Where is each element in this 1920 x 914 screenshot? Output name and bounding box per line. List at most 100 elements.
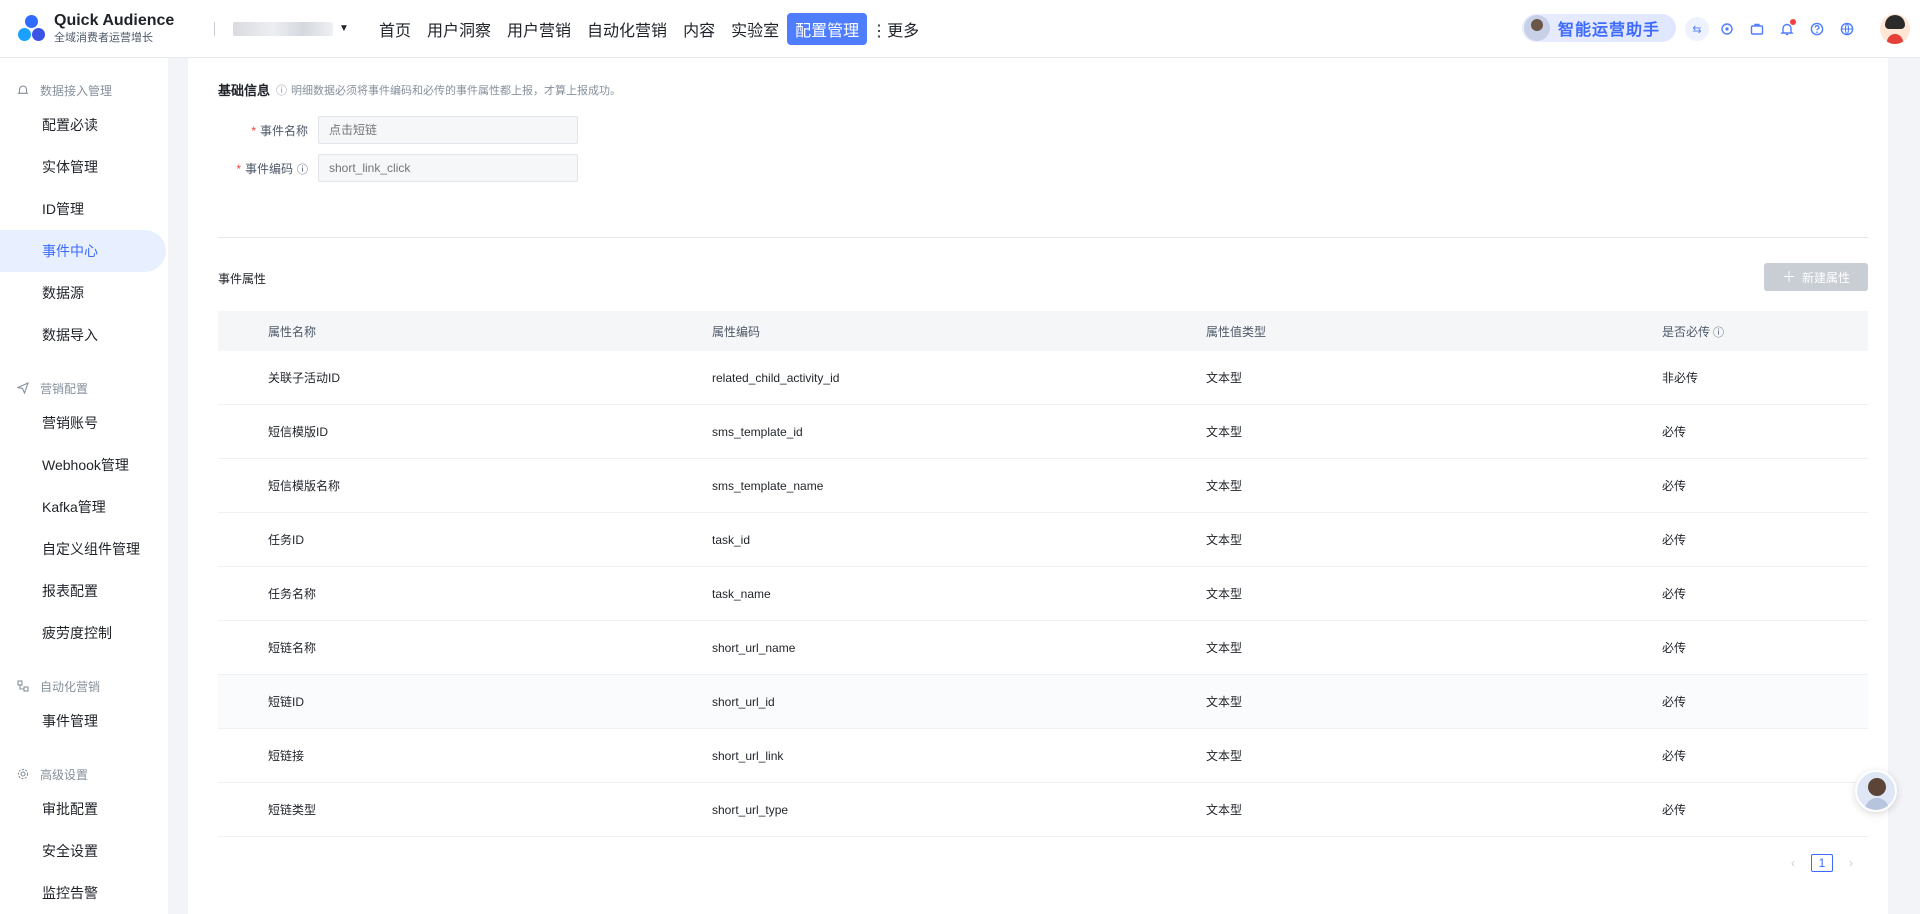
sidebar-item[interactable]: 事件管理 bbox=[0, 700, 168, 742]
sidebar-item[interactable]: 数据源 bbox=[0, 272, 168, 314]
floating-assistant-avatar[interactable] bbox=[1855, 770, 1897, 812]
table-cell: 短信模版名称 bbox=[268, 479, 341, 493]
briefcase-icon[interactable] bbox=[1745, 17, 1769, 41]
table-cell: task_name bbox=[712, 586, 771, 601]
section-divider bbox=[218, 237, 1868, 238]
bell-icon[interactable] bbox=[1775, 17, 1799, 41]
table-row[interactable]: 短信模版ID sms_template_id 文本型 必传 bbox=[218, 405, 1868, 459]
table-cell: 必传 bbox=[1662, 587, 1687, 601]
sidebar-item[interactable]: Webhook管理 bbox=[0, 444, 168, 486]
plus-icon: ＋ bbox=[1781, 269, 1796, 285]
table-row[interactable]: 短链名称 short_url_name 文本型 必传 bbox=[218, 621, 1868, 675]
event-code-row: * 事件编码 ⓘ bbox=[218, 154, 578, 182]
header-icons: ⇆ bbox=[1685, 17, 1865, 41]
table-cell: 短链接 bbox=[268, 749, 305, 763]
sidebar: 数据接入管理 配置必读 实体管理 ID管理 事件中心 数据源 数据导入 营销配置 营销账号 Web… bbox=[0, 58, 168, 914]
tenant-switcher[interactable]: ▼ bbox=[233, 21, 359, 36]
notification-dot bbox=[1790, 19, 1796, 25]
table-cell: 任务ID bbox=[268, 533, 305, 547]
table-cell: 短链类型 bbox=[268, 803, 317, 817]
sidebar-item[interactable]: 数据导入 bbox=[0, 314, 168, 356]
sidebar-group: 营销配置 bbox=[0, 374, 168, 402]
sidebar-item[interactable]: 营销账号 bbox=[0, 402, 168, 444]
column-header: 属性编码 bbox=[712, 324, 761, 339]
table-cell: 非必传 bbox=[1662, 371, 1699, 385]
app-title: Quick Audience bbox=[54, 11, 175, 29]
sidebar-item[interactable]: 监控告警 bbox=[0, 872, 168, 914]
table-row[interactable]: 任务ID task_id 文本型 必传 bbox=[218, 513, 1868, 567]
sidebar-item[interactable]: 自定义组件管理 bbox=[0, 528, 168, 570]
table-cell: 任务名称 bbox=[268, 587, 317, 601]
event-name-row: * 事件名称 bbox=[218, 116, 578, 144]
tenant-name-redacted bbox=[233, 21, 333, 36]
sidebar-item[interactable]: 安全设置 bbox=[0, 830, 168, 872]
nav-item[interactable]: 自动化营销 bbox=[579, 13, 675, 45]
pagination: ‹ 1 › bbox=[1783, 854, 1861, 872]
event-code-input[interactable] bbox=[318, 154, 578, 182]
sidebar-item[interactable]: 报表配置 bbox=[0, 570, 168, 612]
nav-more[interactable]: ⋮更多 bbox=[867, 13, 923, 45]
table-cell: task_id bbox=[712, 532, 751, 547]
table-cell: related_child_activity_id bbox=[712, 370, 840, 385]
swap-icon[interactable]: ⇆ bbox=[1685, 17, 1709, 41]
bell-outline-icon bbox=[16, 83, 30, 97]
assistant-label: 智能运营助手 bbox=[1558, 22, 1661, 39]
sidebar-item[interactable]: 事件中心 bbox=[0, 230, 166, 272]
flow-icon bbox=[16, 679, 30, 693]
sidebar-item[interactable]: 实体管理 bbox=[0, 146, 168, 188]
new-attribute-button[interactable]: ＋新建属性 bbox=[1764, 263, 1868, 291]
page-number-current[interactable]: 1 bbox=[1811, 854, 1833, 872]
sidebar-item[interactable]: 配置必读 bbox=[0, 104, 168, 146]
chevron-down-icon: ▼ bbox=[339, 23, 349, 34]
sidebar-item[interactable]: Kafka管理 bbox=[0, 486, 168, 528]
assistant-button[interactable]: 智能运营助手 bbox=[1522, 14, 1676, 42]
table-cell: 文本型 bbox=[1206, 749, 1243, 763]
nav-item[interactable]: 内容 bbox=[675, 13, 723, 45]
prev-page-icon[interactable]: ‹ bbox=[1783, 856, 1803, 870]
attributes-table: 属性名称 属性编码 属性值类型 是否必传 ⓘ 关联子活动ID related_chi… bbox=[218, 311, 1868, 837]
more-dots-icon: ⋮ bbox=[871, 22, 888, 40]
sidebar-item[interactable]: 审批配置 bbox=[0, 788, 168, 830]
column-header: 属性名称 bbox=[268, 324, 317, 339]
sidebar-item[interactable]: 疲劳度控制 bbox=[0, 612, 168, 654]
help-icon[interactable] bbox=[1805, 17, 1829, 41]
globe-icon[interactable] bbox=[1835, 17, 1859, 41]
main-nav: 首页 用户洞察 用户营销 自动化营销 内容 实验室 配置管理 ⋮更多 bbox=[371, 12, 923, 45]
table-cell: 短链名称 bbox=[268, 641, 317, 655]
table-cell: 必传 bbox=[1662, 425, 1687, 439]
sidebar-group: 高级设置 bbox=[0, 760, 168, 788]
table-cell: 文本型 bbox=[1206, 479, 1243, 493]
app-logo[interactable]: Quick Audience 全域消费者运营增长 bbox=[16, 12, 186, 46]
nav-item[interactable]: 用户洞察 bbox=[419, 13, 499, 45]
send-icon bbox=[16, 381, 30, 395]
sidebar-item[interactable]: ID管理 bbox=[0, 188, 168, 230]
table-row[interactable]: 短链ID short_url_id 文本型 必传 bbox=[218, 675, 1868, 729]
nav-item[interactable]: 用户营销 bbox=[499, 13, 579, 45]
table-cell: 必传 bbox=[1662, 641, 1687, 655]
table-cell: 文本型 bbox=[1206, 533, 1243, 547]
connector-icon[interactable] bbox=[1715, 17, 1739, 41]
table-cell: 必传 bbox=[1662, 533, 1687, 547]
info-icon: ⓘ bbox=[276, 84, 288, 97]
event-name-input[interactable] bbox=[318, 116, 578, 144]
settings-icon bbox=[16, 767, 30, 781]
main-content: 基础信息 ⓘ 明细数据必须将事件编码和必传的事件属性都上报，才算上报成功。 * 事… bbox=[188, 58, 1888, 914]
user-avatar[interactable] bbox=[1880, 14, 1910, 44]
table-row[interactable]: 短信模版名称 sms_template_name 文本型 必传 bbox=[218, 459, 1868, 513]
table-row[interactable]: 任务名称 task_name 文本型 必传 bbox=[218, 567, 1868, 621]
table-cell: 文本型 bbox=[1206, 803, 1243, 817]
table-cell: 必传 bbox=[1662, 803, 1687, 817]
table-cell: short_url_link bbox=[712, 748, 784, 763]
table-row[interactable]: 关联子活动ID related_child_activity_id 文本型 非必传 bbox=[218, 351, 1868, 405]
table-row[interactable]: 短链接 short_url_link 文本型 必传 bbox=[218, 729, 1868, 783]
event-name-label: * 事件名称 bbox=[251, 123, 308, 138]
header-divider bbox=[214, 21, 215, 36]
table-cell: 文本型 bbox=[1206, 371, 1243, 385]
nav-item[interactable]: 实验室 bbox=[723, 13, 787, 45]
nav-item[interactable]: 配置管理 bbox=[787, 12, 868, 45]
nav-item[interactable]: 首页 bbox=[371, 13, 419, 45]
table-row[interactable]: 短链类型 short_url_type 文本型 必传 bbox=[218, 783, 1868, 837]
next-page-icon[interactable]: › bbox=[1841, 856, 1861, 870]
table-cell: 必传 bbox=[1662, 479, 1687, 493]
table-body: 关联子活动ID related_child_activity_id 文本型 非必传 短信… bbox=[218, 351, 1868, 837]
